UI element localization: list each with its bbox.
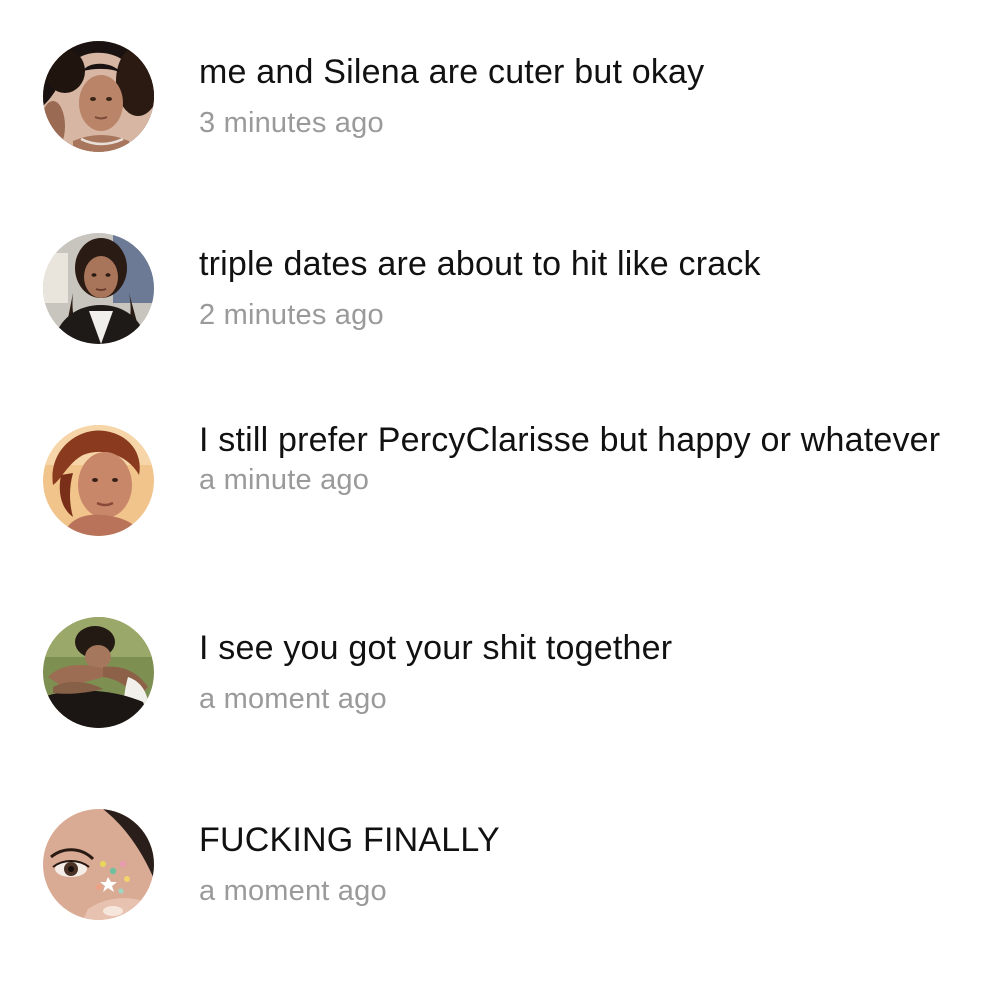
profile-photo-curly-hair-icon — [43, 41, 154, 152]
avatar[interactable] — [43, 233, 154, 344]
avatar[interactable] — [43, 809, 154, 920]
avatar[interactable] — [43, 617, 154, 728]
comment-list: me and Silena are cuter but okay 3 minut… — [0, 0, 1000, 994]
comment-timestamp: a minute ago — [199, 464, 370, 496]
comment-text: I see you got your shit together — [199, 629, 673, 667]
profile-photo-outdoor-icon — [43, 617, 154, 728]
profile-photo-red-hair-icon — [43, 425, 154, 536]
profile-photo-jacket-icon — [43, 233, 154, 344]
comment-timestamp: 3 minutes ago — [199, 107, 384, 139]
comment-text: me and Silena are cuter but okay — [199, 53, 705, 91]
avatar[interactable] — [43, 41, 154, 152]
comment-text: I still prefer PercyClarisse but happy o… — [199, 421, 941, 459]
profile-photo-eye-closeup-icon — [43, 809, 154, 920]
comment-timestamp: a moment ago — [199, 875, 387, 907]
comment-text: FUCKING FINALLY — [199, 821, 500, 859]
avatar[interactable] — [43, 425, 154, 536]
comment-timestamp: a moment ago — [199, 683, 387, 715]
comment-timestamp: 2 minutes ago — [199, 299, 384, 331]
comment-text: triple dates are about to hit like crack — [199, 245, 761, 283]
